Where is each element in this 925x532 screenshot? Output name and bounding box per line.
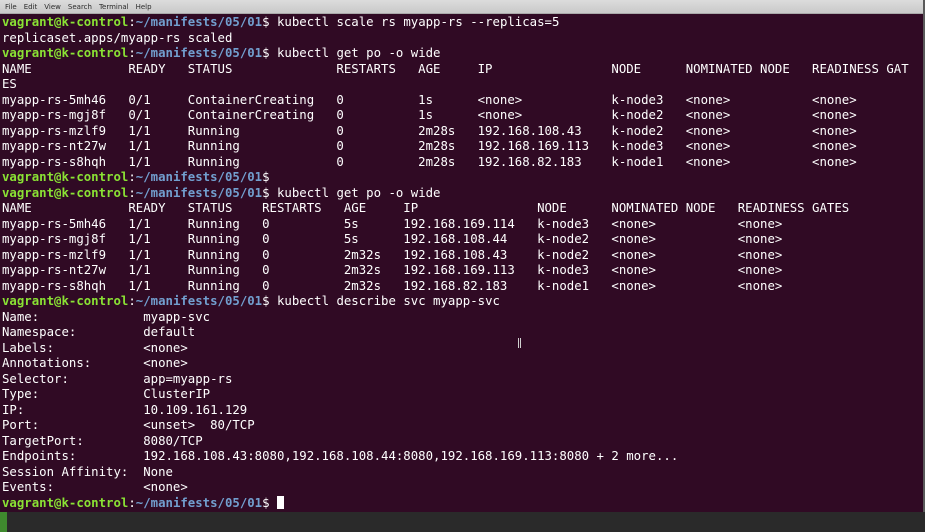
prompt-separator: : xyxy=(128,294,136,308)
prompt-path: ~/manifests/05/01 xyxy=(135,294,263,308)
prompt-separator: : xyxy=(128,15,136,29)
output-line: NAME READY STATUS RESTARTS AGE IP NODE N… xyxy=(2,62,923,78)
output-line: myapp-rs-mzlf9 1/1 Running 0 2m32s 192.1… xyxy=(2,248,923,264)
text-cursor-icon xyxy=(277,495,284,509)
output-line: replicaset.apps/myapp-rs scaled xyxy=(2,31,923,47)
output-text: Selector: app=myapp-rs xyxy=(2,371,233,386)
prompt-symbol: $ xyxy=(262,170,270,184)
menu-edit[interactable]: Edit xyxy=(24,0,38,14)
menu-terminal[interactable]: Terminal xyxy=(99,0,129,14)
prompt-user-host: vagrant@k-control xyxy=(2,495,129,510)
menu-search[interactable]: Search xyxy=(68,0,92,14)
prompt-symbol: $ xyxy=(262,46,270,60)
prompt-separator: : xyxy=(128,185,136,200)
output-text: Name: myapp-svc xyxy=(2,309,211,324)
prompt-path: ~/manifests/05/01 xyxy=(135,46,263,60)
output-text: myapp-rs-nt27w 1/1 Running 0 2m32s 192.1… xyxy=(2,263,783,277)
output-line: Namespace: default xyxy=(2,325,923,341)
prompt-separator: : xyxy=(128,46,136,60)
output-line: NAME READY STATUS RESTARTS AGE IP NODE N… xyxy=(2,201,923,217)
prompt-user-host: vagrant@k-control xyxy=(2,170,129,184)
output-line: myapp-rs-nt27w 1/1 Running 0 2m32s 192.1… xyxy=(2,263,923,279)
output-line: Annotations: <none> xyxy=(2,356,923,372)
output-line: TargetPort: 8080/TCP xyxy=(2,434,923,450)
output-text: myapp-rs-mgj8f 0/1 ContainerCreating 0 1… xyxy=(2,108,857,122)
output-text: Events: <none> xyxy=(2,480,188,494)
prompt-path: ~/manifests/05/01 xyxy=(135,185,263,200)
output-text: myapp-rs-s8hqh 1/1 Running 0 2m28s 192.1… xyxy=(2,154,857,169)
output-line: ES xyxy=(2,77,923,93)
prompt-user-host: vagrant@k-control xyxy=(2,15,129,29)
prompt-line: vagrant@k-control:~/manifests/05/01$ kub… xyxy=(2,46,923,62)
output-text: ES xyxy=(2,77,17,91)
menu-help[interactable]: Help xyxy=(136,0,152,14)
terminal-window[interactable]: File Edit View Search Terminal Help vagr… xyxy=(0,0,925,512)
output-text: myapp-rs-mzlf9 1/1 Running 0 2m32s 192.1… xyxy=(2,247,783,262)
prompt-symbol: $ xyxy=(262,15,270,29)
desktop-bottom-strip xyxy=(0,512,925,532)
output-line: myapp-rs-5mh46 1/1 Running 0 5s 192.168.… xyxy=(2,217,923,233)
menu-file[interactable]: File xyxy=(5,0,17,14)
output-line: IP: 10.109.161.129 xyxy=(2,403,923,419)
prompt-line: vagrant@k-control:~/manifests/05/01$ xyxy=(2,495,923,512)
prompt-user-host: vagrant@k-control xyxy=(2,294,129,308)
desktop-edge-accent xyxy=(0,512,7,532)
mouse-ibeam-cursor-icon xyxy=(518,338,521,348)
menu-view[interactable]: View xyxy=(44,0,61,14)
output-line: Selector: app=myapp-rs xyxy=(2,372,923,388)
prompt-path: ~/manifests/05/01 xyxy=(135,170,263,184)
output-text: NAME READY STATUS RESTARTS AGE IP NODE N… xyxy=(2,201,850,215)
output-text: myapp-rs-s8hqh 1/1 Running 0 2m32s 192.1… xyxy=(2,278,783,293)
output-text: Annotations: <none> xyxy=(2,356,188,370)
output-line: myapp-rs-s8hqh 1/1 Running 0 2m32s 192.1… xyxy=(2,279,923,295)
output-text: NAME READY STATUS RESTARTS AGE IP NODE N… xyxy=(2,61,909,76)
output-line: myapp-rs-s8hqh 1/1 Running 0 2m28s 192.1… xyxy=(2,155,923,171)
prompt-line: vagrant@k-control:~/manifests/05/01$ kub… xyxy=(2,186,923,202)
output-text: myapp-rs-5mh46 1/1 Running 0 5s 192.168.… xyxy=(2,216,783,231)
output-text: Labels: <none> xyxy=(2,340,188,355)
output-line: Labels: <none> xyxy=(2,341,923,357)
output-line: Events: <none> xyxy=(2,480,923,496)
output-text: myapp-rs-mgj8f 1/1 Running 0 5s 192.168.… xyxy=(2,232,783,246)
command-text: kubectl describe svc myapp-svc xyxy=(269,294,500,308)
command-text: kubectl get po -o wide xyxy=(269,185,441,200)
command-text: kubectl get po -o wide xyxy=(269,46,441,60)
command-text: kubectl scale rs myapp-rs --replicas=5 xyxy=(269,15,560,29)
output-line: Session Affinity: None xyxy=(2,465,923,481)
output-line: myapp-rs-mgj8f 1/1 Running 0 5s 192.168.… xyxy=(2,232,923,248)
output-text: myapp-rs-5mh46 0/1 ContainerCreating 0 1… xyxy=(2,92,857,107)
prompt-path: ~/manifests/05/01 xyxy=(135,495,263,510)
output-text: Namespace: default xyxy=(2,325,196,339)
menu-bar: File Edit View Search Terminal Help xyxy=(0,0,923,14)
output-text: Type: ClusterIP xyxy=(2,387,211,401)
prompt-path: ~/manifests/05/01 xyxy=(135,15,263,29)
output-text: Session Affinity: None xyxy=(2,464,173,479)
output-text: Port: <unset> 80/TCP xyxy=(2,418,255,432)
prompt-line: vagrant@k-control:~/manifests/05/01$ kub… xyxy=(2,15,923,31)
output-line: myapp-rs-mgj8f 0/1 ContainerCreating 0 1… xyxy=(2,108,923,124)
output-line: myapp-rs-nt27w 1/1 Running 0 2m28s 192.1… xyxy=(2,139,923,155)
output-line: myapp-rs-5mh46 0/1 ContainerCreating 0 1… xyxy=(2,93,923,109)
prompt-symbol: $ xyxy=(262,185,270,200)
output-text: replicaset.apps/myapp-rs scaled xyxy=(2,30,233,45)
output-text: Endpoints: 192.168.108.43:8080,192.168.1… xyxy=(2,449,679,463)
output-text: myapp-rs-nt27w 1/1 Running 0 2m28s 192.1… xyxy=(2,139,857,153)
prompt-symbol: $ xyxy=(262,294,270,308)
prompt-separator: : xyxy=(128,495,136,510)
output-line: Name: myapp-svc xyxy=(2,310,923,326)
prompt-user-host: vagrant@k-control xyxy=(2,46,129,60)
prompt-user-host: vagrant@k-control xyxy=(2,185,129,200)
prompt-symbol: $ xyxy=(262,495,270,510)
prompt-line: vagrant@k-control:~/manifests/05/01$ xyxy=(2,170,923,186)
prompt-line: vagrant@k-control:~/manifests/05/01$ kub… xyxy=(2,294,923,310)
output-line: myapp-rs-mzlf9 1/1 Running 0 2m28s 192.1… xyxy=(2,124,923,140)
output-text: IP: 10.109.161.129 xyxy=(2,402,248,417)
output-line: Endpoints: 192.168.108.43:8080,192.168.1… xyxy=(2,449,923,465)
output-text: myapp-rs-mzlf9 1/1 Running 0 2m28s 192.1… xyxy=(2,123,857,138)
output-text: TargetPort: 8080/TCP xyxy=(2,433,203,448)
prompt-separator: : xyxy=(128,170,136,184)
output-line: Type: ClusterIP xyxy=(2,387,923,403)
output-line: Port: <unset> 80/TCP xyxy=(2,418,923,434)
terminal-output[interactable]: vagrant@k-control:~/manifests/05/01$ kub… xyxy=(0,14,923,511)
